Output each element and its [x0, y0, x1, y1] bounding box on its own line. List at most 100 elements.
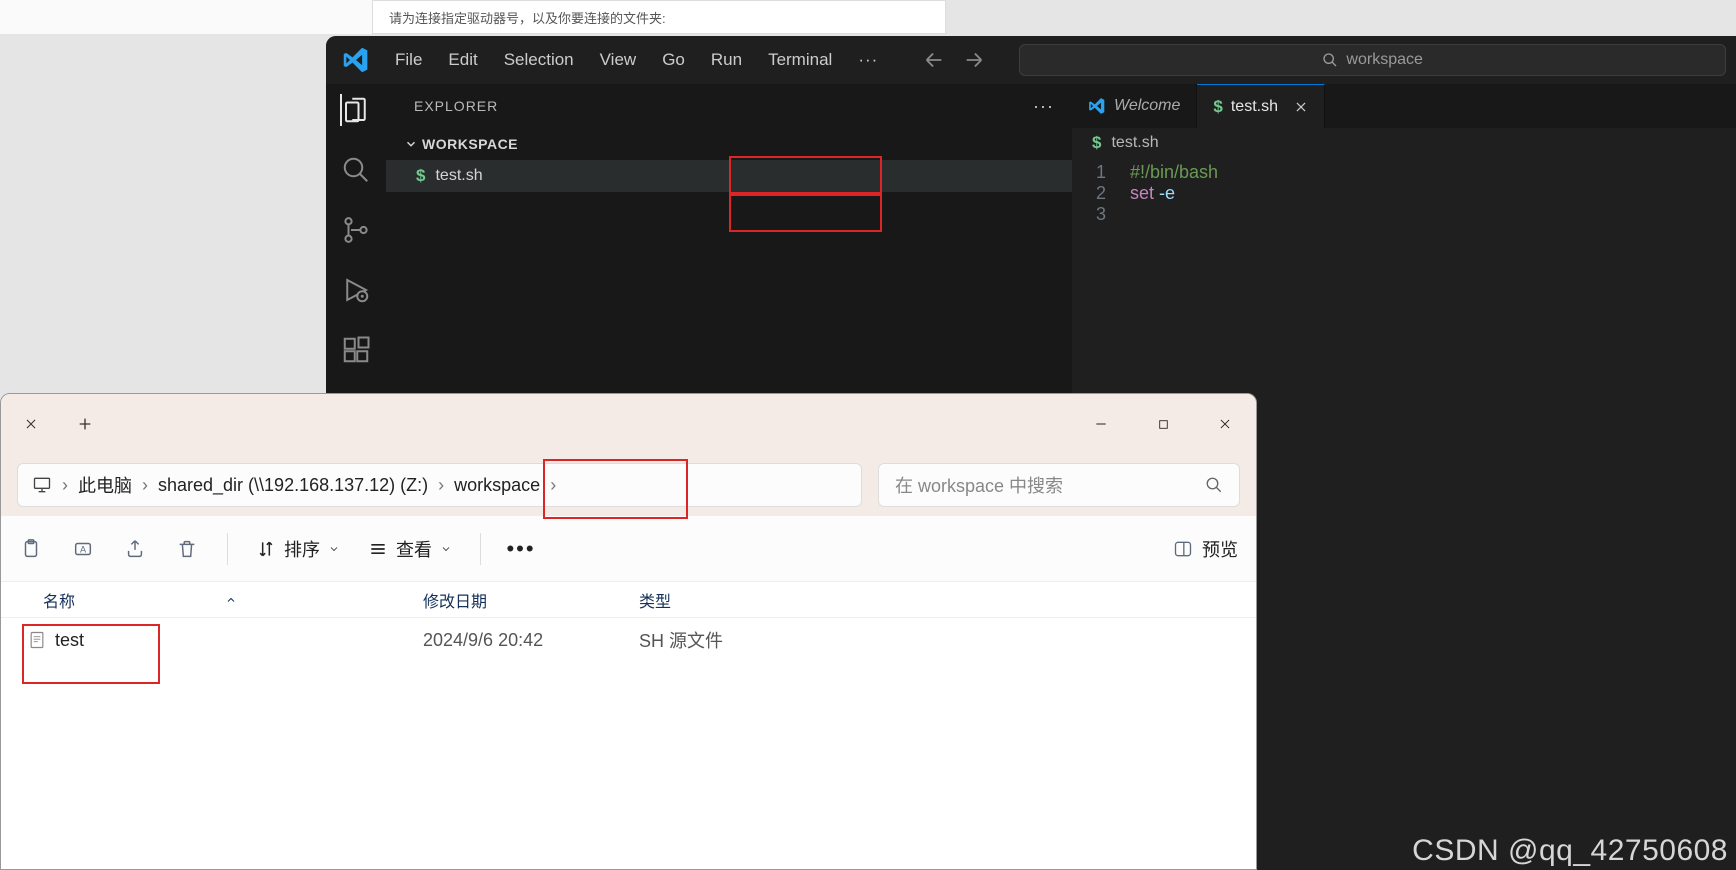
- editor-breadcrumb[interactable]: $ test.sh: [1072, 128, 1736, 158]
- paste-icon[interactable]: [19, 537, 43, 561]
- file-icon: [27, 630, 47, 650]
- file-name: test: [55, 630, 84, 651]
- breadcrumb-file: test.sh: [1111, 134, 1158, 152]
- menu-file[interactable]: File: [384, 46, 433, 74]
- workspace-name: WORKSPACE: [422, 136, 518, 152]
- activity-debug-icon[interactable]: [340, 274, 372, 306]
- file-type: SH 源文件: [639, 627, 723, 653]
- sort-asc-icon: [225, 594, 237, 606]
- tab-label: Welcome: [1114, 97, 1180, 115]
- menu-run[interactable]: Run: [700, 46, 753, 74]
- separator: [480, 533, 481, 565]
- monitor-icon: [32, 475, 52, 495]
- crumb-share[interactable]: shared_dir (\\192.168.137.12) (Z:): [158, 475, 428, 496]
- chevron-down-icon: [440, 543, 452, 555]
- code-token: -e: [1154, 183, 1175, 203]
- crumb-this-pc[interactable]: 此电脑: [78, 472, 132, 498]
- address-bar[interactable]: › 此电脑 › shared_dir (\\192.168.137.12) (Z…: [17, 463, 862, 507]
- tab-test-sh[interactable]: $ test.sh: [1197, 84, 1325, 128]
- separator: [227, 533, 228, 565]
- file-row-test[interactable]: test 2024/9/6 20:42 SH 源文件: [1, 618, 1256, 662]
- view-button[interactable]: 查看: [368, 536, 452, 562]
- chevron-down-icon: [328, 543, 340, 555]
- tab-welcome[interactable]: Welcome: [1072, 84, 1197, 128]
- chevron-right-icon: ›: [142, 475, 148, 496]
- window-tabstrip: [1, 394, 1256, 454]
- dialog-text: 请为连接指定驱动器号，以及你要连接的文件夹:: [372, 0, 946, 34]
- tab-label: test.sh: [1231, 98, 1278, 116]
- line-number: 3: [1072, 204, 1130, 225]
- explorer-more-icon[interactable]: ···: [1033, 96, 1054, 117]
- nav-forward-icon[interactable]: [963, 49, 985, 71]
- activity-explorer-icon[interactable]: [340, 94, 372, 126]
- maximize-button[interactable]: [1132, 400, 1194, 448]
- preview-toggle[interactable]: 预览: [1172, 536, 1238, 562]
- file-label: test.sh: [435, 167, 482, 185]
- file-item-test-sh[interactable]: $ test.sh: [386, 160, 1072, 192]
- activity-scm-icon[interactable]: [340, 214, 372, 246]
- line-number: 2: [1072, 183, 1130, 204]
- new-tab-button[interactable]: [61, 394, 109, 454]
- sort-button[interactable]: 排序: [256, 536, 340, 562]
- activity-extensions-icon[interactable]: [340, 334, 372, 366]
- window-controls: [1070, 400, 1256, 448]
- vscode-titlebar: File Edit Selection View Go Run Terminal…: [326, 36, 1736, 84]
- menu-edit[interactable]: Edit: [437, 46, 488, 74]
- command-center-search[interactable]: workspace: [1019, 44, 1726, 76]
- workspace-folder-row[interactable]: WORKSPACE: [386, 128, 1072, 160]
- svg-text:A: A: [80, 544, 87, 554]
- more-icon[interactable]: •••: [509, 537, 533, 561]
- close-icon[interactable]: [1294, 100, 1308, 114]
- view-label: 查看: [396, 536, 432, 562]
- search-placeholder: 在 workspace 中搜索: [895, 472, 1063, 498]
- vscode-logo-icon: [342, 46, 370, 74]
- editor-tab-bar: Welcome $ test.sh: [1072, 84, 1736, 128]
- search-icon: [1205, 476, 1223, 494]
- explorer-toolbar: A 排序 查看 ••• 预览: [1, 516, 1256, 582]
- shell-file-icon: $: [1092, 133, 1101, 153]
- crumb-workspace[interactable]: workspace: [454, 475, 540, 496]
- chevron-right-icon: ›: [62, 475, 68, 496]
- code-text: #!/bin/bash: [1130, 162, 1218, 183]
- sort-icon: [256, 539, 276, 559]
- shell-file-icon: $: [416, 166, 425, 186]
- search-text: workspace: [1346, 51, 1422, 69]
- chevron-right-icon: ›: [550, 475, 556, 496]
- explorer-title: EXPLORER: [414, 98, 498, 114]
- file-explorer-window: › 此电脑 › shared_dir (\\192.168.137.12) (Z…: [0, 393, 1257, 870]
- shell-file-icon: $: [1213, 97, 1222, 117]
- preview-label: 预览: [1202, 536, 1238, 562]
- watermark: CSDN @qq_42750608: [1412, 834, 1728, 868]
- tab-close-icon[interactable]: [1, 394, 61, 454]
- share-icon[interactable]: [123, 537, 147, 561]
- address-row: › 此电脑 › shared_dir (\\192.168.137.12) (Z…: [1, 454, 1256, 516]
- minimize-button[interactable]: [1070, 400, 1132, 448]
- vscode-logo-icon: [1088, 97, 1106, 115]
- menu-terminal[interactable]: Terminal: [757, 46, 843, 74]
- view-list-icon: [368, 539, 388, 559]
- col-date[interactable]: 修改日期: [423, 588, 639, 612]
- explorer-search-input[interactable]: 在 workspace 中搜索: [878, 463, 1240, 507]
- chevron-down-icon: [404, 137, 418, 151]
- rename-icon[interactable]: A: [71, 537, 95, 561]
- explorer-header: EXPLORER ···: [386, 84, 1072, 128]
- sort-label: 排序: [284, 536, 320, 562]
- menu-view[interactable]: View: [589, 46, 648, 74]
- delete-icon[interactable]: [175, 537, 199, 561]
- nav-back-icon[interactable]: [923, 49, 945, 71]
- line-number: 1: [1072, 162, 1130, 183]
- close-button[interactable]: [1194, 400, 1256, 448]
- column-headers: 名称 修改日期 类型: [1, 582, 1256, 618]
- col-type[interactable]: 类型: [639, 588, 1256, 612]
- bg-panel-left: [0, 0, 372, 34]
- file-date: 2024/9/6 20:42: [423, 630, 639, 651]
- search-icon: [1322, 52, 1338, 68]
- menu-go[interactable]: Go: [651, 46, 696, 74]
- chevron-right-icon: ›: [438, 475, 444, 496]
- code-token: set: [1130, 183, 1154, 203]
- menu-more-icon[interactable]: ···: [847, 46, 889, 74]
- menu-selection[interactable]: Selection: [493, 46, 585, 74]
- preview-pane-icon: [1172, 539, 1194, 559]
- activity-search-icon[interactable]: [340, 154, 372, 186]
- col-name[interactable]: 名称: [43, 588, 75, 612]
